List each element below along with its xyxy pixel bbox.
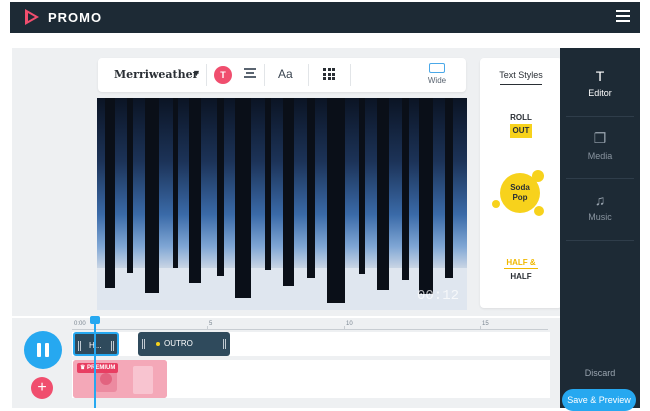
grid-layout-icon[interactable]	[323, 68, 335, 80]
playhead[interactable]	[94, 316, 96, 408]
font-size-button[interactable]: Aa	[278, 67, 293, 81]
clip-marker-dot	[156, 342, 160, 346]
style-half-top[interactable]: HALF &	[480, 258, 562, 267]
wide-label: Wide	[427, 76, 447, 85]
toolbar-divider	[264, 64, 265, 86]
text-align-icon[interactable]	[244, 68, 256, 80]
sidebar-divider	[566, 178, 634, 179]
sidebar-divider	[566, 240, 634, 241]
pause-button[interactable]	[24, 331, 62, 369]
brand-name: PROMO	[48, 10, 103, 25]
text-toolbar: Merriweather ▼ T Aa Wide	[98, 58, 466, 92]
tick-label: 5	[209, 321, 213, 327]
media-icon: ❐	[593, 130, 607, 146]
title-underline	[500, 84, 542, 85]
right-sidebar: T Editor ❐ Media ♫ Music Discard	[560, 48, 640, 408]
add-clip-button[interactable]: +	[31, 377, 53, 399]
half-divider	[504, 268, 538, 269]
chevron-down-icon[interactable]: ▼	[192, 68, 201, 78]
video-timecode: 00:12	[416, 288, 459, 304]
clip-right-handle[interactable]	[223, 339, 226, 349]
top-bar: PROMO	[10, 2, 640, 33]
style-roll-out-top[interactable]: ROLL	[480, 113, 562, 122]
premium-label: PREMIUM	[87, 365, 116, 371]
sidebar-item-editor[interactable]: T Editor	[560, 68, 640, 98]
playhead-handle[interactable]	[90, 316, 100, 324]
hamburger-menu-icon[interactable]	[616, 10, 630, 22]
sidebar-item-label: Music	[588, 212, 612, 222]
tick-label: 15	[482, 321, 489, 327]
discard-button[interactable]: Discard	[560, 368, 640, 378]
pop-label: Pop	[512, 193, 528, 202]
toolbar-divider	[308, 64, 309, 86]
pause-icon	[45, 343, 49, 357]
timeline-ruler[interactable]: 0:00 5 10 15	[72, 318, 548, 330]
font-family-select[interactable]: Merriweather	[114, 68, 198, 81]
video-preview[interactable]: 00:12	[97, 98, 467, 310]
forest-scene-image	[97, 98, 467, 310]
sidebar-item-label: Media	[587, 151, 613, 161]
clip-right-handle[interactable]	[111, 341, 114, 351]
music-icon: ♫	[594, 192, 606, 208]
style-half-bottom[interactable]: HALF	[480, 272, 562, 281]
premium-badge: ♛ PREMIUM	[77, 363, 119, 373]
premium-media-clip[interactable]: ♛ PREMIUM	[73, 360, 167, 398]
timeline-clip-intro[interactable]: H...	[73, 332, 119, 356]
clip-left-handle[interactable]	[78, 341, 81, 351]
clip-left-handle[interactable]	[142, 339, 145, 349]
tick-label: 10	[346, 321, 353, 327]
tick-mark	[344, 326, 345, 330]
bubble-decoration	[492, 200, 500, 208]
text-styles-panel: Text Styles ROLL OUT Soda Pop HALF & HAL…	[480, 58, 562, 308]
sidebar-divider	[566, 116, 634, 117]
tick-label: 0:00	[74, 321, 86, 327]
style-roll-out-bottom[interactable]: OUT	[510, 124, 532, 138]
toolbar-divider	[350, 64, 351, 86]
clip-label: OUTRO	[164, 339, 193, 348]
text-styles-title: Text Styles	[499, 70, 543, 80]
bubble-decoration	[534, 206, 544, 216]
sidebar-item-label: Editor	[588, 88, 612, 98]
sidebar-item-music[interactable]: ♫ Music	[560, 192, 640, 222]
timeline-clip-outro[interactable]: OUTRO	[138, 332, 230, 356]
promo-logo-icon	[25, 9, 39, 25]
text-icon: T	[595, 68, 605, 84]
style-soda-pop[interactable]: Soda Pop	[500, 173, 540, 213]
tick-mark	[480, 326, 481, 330]
toolbar-divider	[206, 64, 207, 86]
wide-aspect-button[interactable]: Wide	[424, 63, 450, 85]
wide-aspect-icon	[429, 63, 445, 73]
tick-mark	[207, 326, 208, 330]
pause-icon	[37, 343, 41, 357]
sidebar-item-media[interactable]: ❐ Media	[560, 130, 640, 161]
text-color-button[interactable]: T	[214, 66, 232, 84]
soda-label: Soda	[510, 183, 530, 192]
